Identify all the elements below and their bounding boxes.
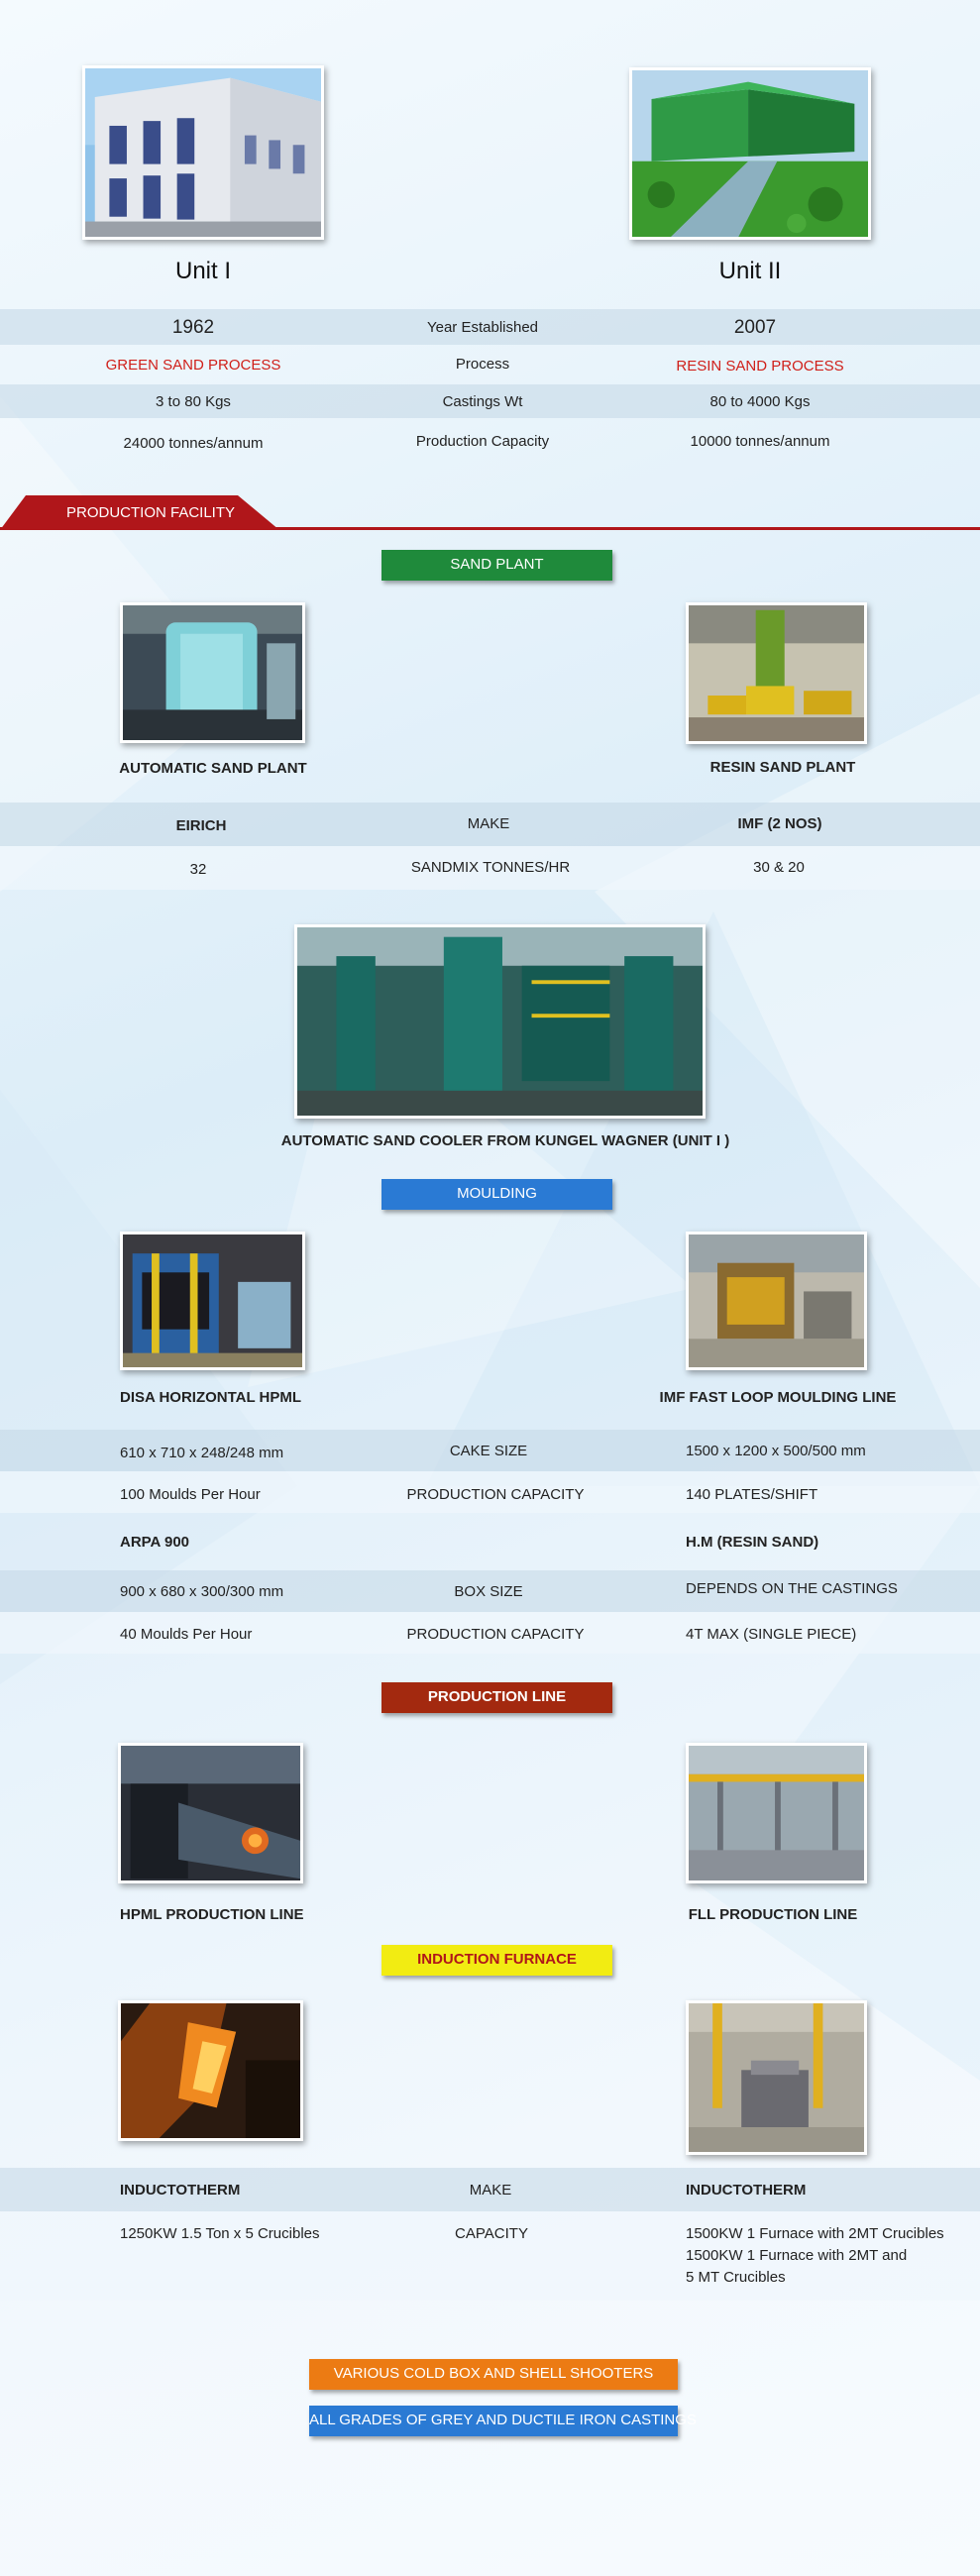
- arpa-900-left: ARPA 900: [120, 1534, 190, 1551]
- disa-hpml-caption: DISA HORIZONTAL HPML: [120, 1389, 302, 1406]
- furnace-make-left: INDUCTOTHERM: [120, 2182, 241, 2199]
- production-capacity-label: PRODUCTION CAPACITY: [406, 1486, 585, 1503]
- hpml-production-line-photo: [118, 1743, 303, 1883]
- induction-furnace-right-photo: [686, 2000, 867, 2155]
- hm-resin-sand-right: H.M (RESIN SAND): [686, 1534, 819, 1551]
- moulds-per-hour-left-2: 40 Moulds Per Hour: [120, 1626, 253, 1643]
- automatic-sand-plant-photo: [120, 602, 305, 743]
- sandmix-right: 30 & 20: [753, 859, 805, 876]
- fll-production-line-caption: FLL PRODUCTION LINE: [688, 1906, 858, 1923]
- max-piece-right: 4T MAX (SINGLE PIECE): [686, 1626, 857, 1643]
- unit2-year: 2007: [733, 317, 777, 338]
- moulds-per-hour-left: 100 Moulds Per Hour: [120, 1486, 261, 1503]
- furnace-capacity-right-3: 5 MT Crucibles: [686, 2269, 786, 2286]
- unit1-castings-wt: 3 to 80 Kgs: [156, 393, 231, 410]
- production-facility-tab: PRODUCTION FACILITY: [0, 495, 279, 530]
- grey-ductile-iron-castings-button[interactable]: ALL GRADES OF GREY AND DUCTILE IRON CAST…: [309, 2406, 697, 2436]
- unit-1-title: Unit I: [174, 258, 231, 284]
- unit2-castings-wt: 80 to 4000 Kgs: [709, 393, 811, 410]
- unit-1-building-photo: [82, 65, 324, 240]
- sand-plant-make-right: IMF (2 NOS): [737, 815, 822, 832]
- capacity-label: Production Capacity: [415, 433, 550, 450]
- unit2-capacity: 10000 tonnes/annum: [690, 433, 830, 450]
- box-size-right: DEPENDS ON THE CASTINGS: [686, 1580, 898, 1597]
- sandmix-left: 32: [189, 861, 207, 878]
- resin-sand-plant-caption: RESIN SAND PLANT: [709, 759, 856, 776]
- sand-plant-make-label: MAKE: [467, 815, 510, 832]
- furnace-make-right: INDUCTOTHERM: [686, 2182, 807, 2199]
- box-size-label: BOX SIZE: [454, 1583, 523, 1600]
- unit-2-building-photo: [629, 67, 871, 240]
- furnace-capacity-right-2: 1500KW 1 Furnace with 2MT and: [686, 2247, 908, 2264]
- unit1-year: 1962: [171, 317, 215, 338]
- process-label: Process: [455, 356, 510, 373]
- automatic-sand-plant-caption: AUTOMATIC SAND PLANT: [119, 760, 307, 777]
- induction-furnace-left-photo: [118, 2000, 303, 2141]
- moulding-button[interactable]: MOULDING: [381, 1179, 612, 1210]
- unit-2-title: Unit II: [718, 258, 782, 284]
- induction-furnace-button[interactable]: INDUCTION FURNACE: [381, 1945, 612, 1976]
- production-line-button[interactable]: PRODUCTION LINE: [381, 1682, 612, 1713]
- furnace-capacity-right-1: 1500KW 1 Furnace with 2MT Crucibles: [686, 2225, 944, 2242]
- resin-sand-plant-photo: [686, 602, 867, 744]
- plates-per-shift-right: 140 PLATES/SHIFT: [686, 1486, 818, 1503]
- cake-size-left: 610 x 710 x 248/248 mm: [120, 1445, 284, 1461]
- year-label: Year Established: [426, 319, 539, 336]
- cake-size-label: CAKE SIZE: [449, 1443, 528, 1459]
- sand-plant-button[interactable]: SAND PLANT: [381, 550, 612, 581]
- sand-plant-make-left: EIRICH: [175, 817, 227, 834]
- unit2-process: RESIN SAND PROCESS: [676, 358, 844, 375]
- production-capacity-label-2: PRODUCTION CAPACITY: [406, 1626, 585, 1643]
- sand-cooler-caption: AUTOMATIC SAND COOLER FROM KUNGEL WAGNER…: [280, 1132, 730, 1149]
- unit1-process: GREEN SAND PROCESS: [105, 357, 281, 374]
- furnace-capacity-left: 1250KW 1.5 Ton x 5 Crucibles: [120, 2225, 320, 2242]
- sandmix-label: SANDMIX TONNES/HR: [410, 859, 571, 876]
- castings-wt-label: Castings Wt: [442, 393, 523, 410]
- furnace-capacity-label: CAPACITY: [455, 2225, 528, 2242]
- cake-size-right: 1500 x 1200 x 500/500 mm: [686, 1443, 866, 1459]
- disa-hpml-photo: [120, 1232, 305, 1370]
- furnace-make-label: MAKE: [469, 2182, 512, 2199]
- imf-fast-loop-photo: [686, 1232, 867, 1370]
- imf-fast-loop-caption: IMF FAST LOOP MOULDING LINE: [659, 1389, 897, 1406]
- hpml-production-line-caption: HPML PRODUCTION LINE: [120, 1906, 304, 1923]
- box-size-left: 900 x 680 x 300/300 mm: [120, 1583, 284, 1600]
- unit1-capacity: 24000 tonnes/annum: [123, 435, 264, 452]
- fll-production-line-photo: [686, 1743, 867, 1883]
- sand-cooler-photo: [294, 924, 706, 1119]
- cold-box-shell-shooters-button[interactable]: VARIOUS COLD BOX AND SHELL SHOOTERS: [309, 2359, 678, 2390]
